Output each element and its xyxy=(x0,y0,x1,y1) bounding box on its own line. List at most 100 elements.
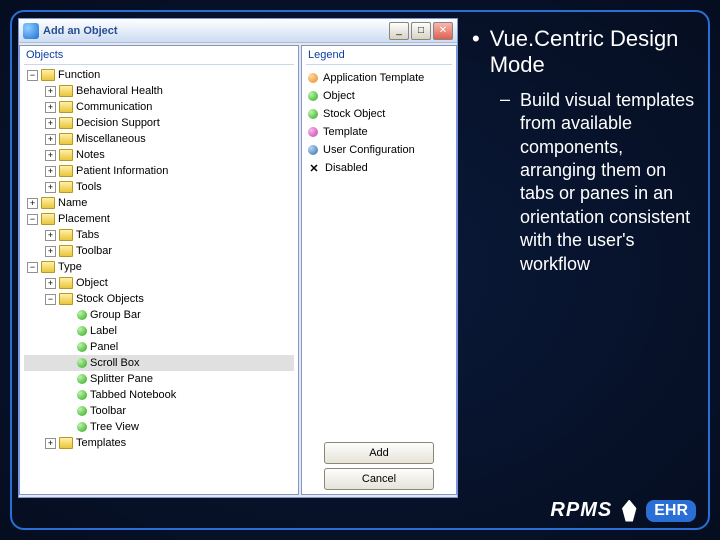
cancel-button[interactable]: Cancel xyxy=(324,468,434,490)
tree-item[interactable]: − Type xyxy=(24,259,294,275)
legend-item: Template xyxy=(308,123,450,141)
logo-rpms-text: RPMS xyxy=(550,499,612,522)
tree-item-label: Toolbar xyxy=(76,245,112,257)
maximize-button[interactable]: □ xyxy=(411,22,431,40)
tree-item-label: Behavioral Health xyxy=(76,85,163,97)
bullet-dash-icon: – xyxy=(500,89,510,276)
tree-item[interactable]: +Object xyxy=(24,275,294,291)
tree-item-label: Tools xyxy=(76,181,102,193)
slide-text: • Vue.Centric Design Mode – Build visual… xyxy=(468,18,702,522)
tree-item[interactable]: + Tabs xyxy=(24,227,294,243)
tree-item[interactable]: Tree View xyxy=(24,419,294,435)
tree-item[interactable]: Tabbed Notebook xyxy=(24,387,294,403)
expand-icon[interactable]: + xyxy=(45,182,56,193)
folder-icon xyxy=(59,101,73,113)
folder-icon xyxy=(59,245,73,257)
legend-panel: Legend Application Template Object Stock O… xyxy=(301,45,457,495)
expand-icon[interactable]: + xyxy=(45,278,56,289)
window-title: Add an Object xyxy=(43,25,385,37)
folder-icon xyxy=(59,117,73,129)
tree-item[interactable]: + Behavioral Health xyxy=(24,83,294,99)
tree-item[interactable]: + Miscellaneous xyxy=(24,131,294,147)
expand-icon[interactable]: + xyxy=(45,118,56,129)
collapse-icon[interactable]: − xyxy=(27,214,38,225)
tree-item[interactable]: + Notes xyxy=(24,147,294,163)
tree-item-label: Tabbed Notebook xyxy=(90,389,176,401)
tree-item[interactable]: + Name xyxy=(24,195,294,211)
feather-icon xyxy=(620,500,638,522)
config-icon xyxy=(308,145,318,155)
tree-item-label: Tabs xyxy=(76,229,99,241)
legend-item: ✕Disabled xyxy=(308,159,450,177)
tree-item[interactable]: −Placement xyxy=(24,211,294,227)
tree-item[interactable]: Group Bar xyxy=(24,307,294,323)
legend-item-label: Application Template xyxy=(323,72,424,84)
tree-item[interactable]: Scroll Box xyxy=(24,355,294,371)
legend-header: Legend xyxy=(302,46,456,64)
tree-item-label: Stock Objects xyxy=(76,293,144,305)
close-button[interactable]: ✕ xyxy=(433,22,453,40)
tree-item-label: Miscellaneous xyxy=(76,133,146,145)
legend-item: User Configuration xyxy=(308,141,450,159)
expand-icon[interactable]: + xyxy=(45,86,56,97)
expand-icon[interactable]: + xyxy=(45,438,56,449)
tree-item[interactable]: + Toolbar xyxy=(24,243,294,259)
slide-title: Vue.Centric Design Mode xyxy=(490,26,698,79)
logo-ehr-text: EHR xyxy=(646,500,696,522)
objects-tree[interactable]: −Function + Behavioral Health +Communicatio… xyxy=(20,65,298,494)
expand-icon[interactable]: + xyxy=(45,246,56,257)
tree-item[interactable]: + Tools xyxy=(24,179,294,195)
tree-item-label: Scroll Box xyxy=(90,357,140,369)
collapse-icon[interactable]: − xyxy=(45,294,56,305)
tree-item[interactable]: Label xyxy=(24,323,294,339)
tree-item-label: Panel xyxy=(90,341,118,353)
expand-icon[interactable]: + xyxy=(45,166,56,177)
tree-item-label: Type xyxy=(58,261,82,273)
collapse-icon[interactable]: − xyxy=(27,70,38,81)
collapse-icon[interactable]: − xyxy=(27,262,38,273)
tree-item-label: Notes xyxy=(76,149,105,161)
folder-icon xyxy=(59,181,73,193)
tree-item-label: Name xyxy=(58,197,87,209)
tree-item-label: Splitter Pane xyxy=(90,373,153,385)
tree-item[interactable]: Panel xyxy=(24,339,294,355)
tree-item[interactable]: + Decision Support xyxy=(24,115,294,131)
object-icon xyxy=(77,406,87,416)
tree-item-label: Patient Information xyxy=(76,165,168,177)
folder-icon xyxy=(41,69,55,81)
legend-item-label: Object xyxy=(323,90,355,102)
expand-icon[interactable]: + xyxy=(27,198,38,209)
add-button[interactable]: Add xyxy=(324,442,434,464)
legend-item: Stock Object xyxy=(308,105,450,123)
tree-item[interactable]: +Templates xyxy=(24,435,294,451)
tree-item-label: Decision Support xyxy=(76,117,160,129)
expand-icon[interactable]: + xyxy=(45,150,56,161)
tree-item[interactable]: Splitter Pane xyxy=(24,371,294,387)
folder-icon xyxy=(59,277,73,289)
tree-item-label: Group Bar xyxy=(90,309,141,321)
tree-item[interactable]: Toolbar xyxy=(24,403,294,419)
tree-item[interactable]: −Function xyxy=(24,67,294,83)
tree-item[interactable]: + Patient Information xyxy=(24,163,294,179)
objects-header: Objects xyxy=(20,46,298,64)
app-template-icon xyxy=(308,73,318,83)
folder-icon xyxy=(59,293,73,305)
folder-icon xyxy=(59,229,73,241)
folder-icon xyxy=(59,149,73,161)
object-icon xyxy=(77,342,87,352)
folder-icon xyxy=(59,85,73,97)
object-icon xyxy=(77,374,87,384)
tree-item[interactable]: − Stock Objects xyxy=(24,291,294,307)
expand-icon[interactable]: + xyxy=(45,230,56,241)
legend-item: Object xyxy=(308,87,450,105)
legend-list: Application Template Object Stock ObjectTe… xyxy=(302,65,456,181)
expand-icon[interactable]: + xyxy=(45,134,56,145)
minimize-button[interactable]: _ xyxy=(389,22,409,40)
object-icon xyxy=(77,310,87,320)
legend-item-label: User Configuration xyxy=(323,144,415,156)
expand-icon[interactable]: + xyxy=(45,102,56,113)
object-icon xyxy=(77,358,87,368)
tree-item-label: Label xyxy=(90,325,117,337)
tree-item-label: Toolbar xyxy=(90,405,126,417)
tree-item[interactable]: +Communication xyxy=(24,99,294,115)
